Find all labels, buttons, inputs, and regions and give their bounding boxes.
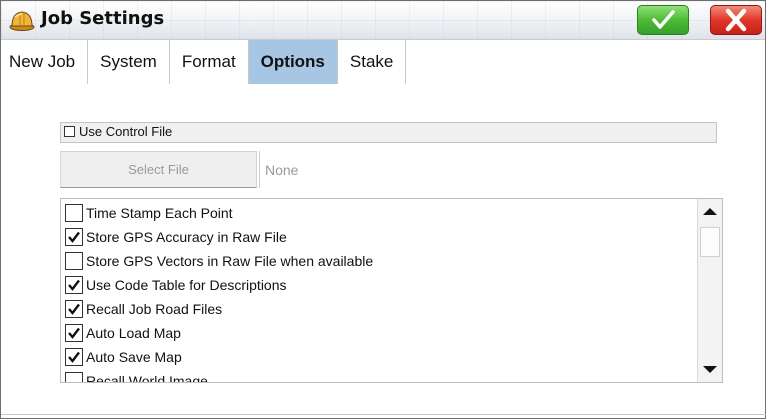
close-x-icon (725, 8, 747, 32)
option-checkbox[interactable] (65, 348, 83, 366)
use-control-file-label[interactable]: Use Control File (79, 124, 172, 139)
option-label: Auto Load Map (86, 325, 181, 341)
ok-button[interactable] (637, 5, 689, 35)
option-checkbox[interactable] (65, 372, 83, 382)
scroll-down-arrow-icon[interactable] (698, 356, 722, 382)
option-checkbox[interactable] (65, 300, 83, 318)
tab-stake[interactable]: Stake (338, 40, 407, 84)
settings-tabs: New Job System Format Options Stake (1, 40, 407, 84)
tab-format[interactable]: Format (170, 40, 249, 84)
title-bar: Job Settings (1, 1, 765, 40)
file-separator (259, 151, 260, 188)
option-label: Time Stamp Each Point (86, 205, 233, 221)
check-mark-icon (68, 279, 80, 291)
option-label: Store GPS Accuracy in Raw File (86, 229, 287, 245)
option-checkbox[interactable] (65, 324, 83, 342)
option-label: Auto Save Map (86, 349, 182, 365)
option-label: Recall Job Road Files (86, 301, 223, 317)
scroll-up-arrow-icon[interactable] (698, 199, 722, 225)
option-label: Recall World Image (86, 373, 208, 383)
bottom-divider (1, 414, 766, 415)
tab-new-job[interactable]: New Job (1, 40, 89, 84)
option-checkbox[interactable] (65, 204, 83, 222)
check-mark-icon (68, 351, 80, 363)
cancel-button[interactable] (710, 5, 762, 35)
options-scrollbar[interactable] (697, 199, 722, 382)
option-checkbox[interactable] (65, 228, 83, 246)
option-label: Store GPS Vectors in Raw File when avail… (86, 253, 374, 269)
use-control-file-group: Use Control File (60, 122, 717, 143)
use-control-file-checkbox[interactable] (64, 126, 75, 137)
check-mark-icon (68, 231, 80, 243)
window-title: Job Settings (41, 8, 165, 29)
checkmark-icon (652, 10, 675, 29)
check-mark-icon (68, 327, 80, 339)
check-mark-icon (68, 303, 80, 315)
option-checkbox[interactable] (65, 276, 83, 294)
hard-hat-icon (9, 11, 35, 31)
job-settings-window: Job Settings New Job System Format Optio… (0, 0, 766, 419)
select-file-button[interactable]: Select File (60, 151, 257, 188)
scroll-thumb[interactable] (700, 227, 720, 257)
options-list: Time Stamp Each Point Store GPS Accuracy… (60, 198, 723, 383)
control-file-value: None (265, 162, 299, 178)
option-label: Use Code Table for Descriptions (86, 277, 287, 293)
tab-system[interactable]: System (88, 40, 170, 84)
tab-options[interactable]: Options (248, 40, 338, 84)
option-checkbox[interactable] (65, 252, 83, 270)
